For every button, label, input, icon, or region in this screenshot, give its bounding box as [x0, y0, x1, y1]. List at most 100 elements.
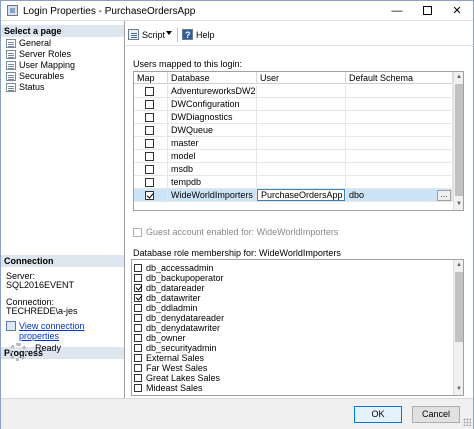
page-user-mapping[interactable]: User Mapping — [5, 60, 75, 71]
help-icon — [182, 28, 193, 42]
page-server-roles[interactable]: Server Roles — [5, 49, 71, 60]
page-securables[interactable]: Securables — [5, 71, 64, 82]
user-cell[interactable] — [257, 124, 346, 137]
scroll-down-icon[interactable]: ▼ — [454, 199, 463, 210]
list-item[interactable]: Far West Sales — [134, 363, 207, 373]
minimize-button[interactable]: — — [382, 1, 412, 21]
map-checkbox[interactable] — [145, 139, 154, 148]
user-cell[interactable] — [257, 176, 346, 189]
role-checkbox[interactable] — [134, 374, 142, 382]
schema-browse-button[interactable]: ... — [437, 190, 451, 201]
table-row[interactable]: model — [134, 150, 453, 163]
schema-cell[interactable] — [346, 111, 453, 124]
role-checkbox-checked[interactable] — [134, 294, 142, 302]
guest-account-option[interactable]: Guest account enabled for: WideWorldImpo… — [133, 227, 338, 238]
map-checkbox-checked[interactable] — [145, 191, 154, 200]
table-row[interactable]: DWDiagnostics — [134, 111, 453, 124]
scroll-up-icon[interactable]: ▲ — [454, 72, 463, 83]
script-dropdown-icon[interactable] — [166, 31, 172, 35]
role-checkbox[interactable] — [134, 264, 142, 272]
user-cell[interactable] — [257, 150, 346, 163]
schema-cell[interactable] — [346, 163, 453, 176]
role-checkbox[interactable] — [134, 344, 142, 352]
schema-cell[interactable] — [346, 176, 453, 189]
page-status[interactable]: Status — [5, 82, 45, 93]
list-item[interactable]: db_accessadmin — [134, 263, 214, 273]
schema-cell[interactable] — [346, 124, 453, 137]
user-name-input[interactable]: PurchaseOrdersApp — [257, 189, 345, 201]
map-checkbox[interactable] — [145, 178, 154, 187]
script-button[interactable]: Script — [128, 28, 165, 42]
map-checkbox[interactable] — [145, 126, 154, 135]
scroll-thumb[interactable] — [455, 272, 463, 342]
connection-properties-icon — [6, 321, 16, 331]
schema-cell[interactable] — [346, 85, 453, 98]
list-item[interactable]: db_ddladmin — [134, 303, 198, 313]
database-cell: DWDiagnostics — [168, 111, 257, 124]
role-checkbox[interactable] — [134, 384, 142, 392]
list-item[interactable]: db_securityadmin — [134, 343, 217, 353]
script-label: Script — [142, 30, 166, 40]
cancel-button[interactable]: Cancel — [412, 406, 460, 423]
list-item[interactable]: db_denydatawriter — [134, 323, 220, 333]
map-checkbox[interactable] — [145, 100, 154, 109]
role-checkbox[interactable] — [134, 334, 142, 342]
column-header-map[interactable]: Map — [134, 72, 168, 84]
column-header-database[interactable]: Database — [168, 72, 257, 84]
list-item[interactable]: db_datawriter — [134, 293, 201, 303]
map-checkbox[interactable] — [145, 165, 154, 174]
view-connection-properties-link[interactable]: View connection properties — [6, 321, 124, 341]
map-checkbox[interactable] — [145, 87, 154, 96]
schema-cell[interactable] — [346, 98, 453, 111]
column-header-default-schema[interactable]: Default Schema — [346, 72, 453, 84]
users-mapped-label: Users mapped to this login: — [133, 59, 243, 69]
role-label: Great Lakes Sales — [146, 373, 221, 383]
help-button[interactable]: Help — [182, 28, 215, 42]
list-item[interactable]: db_datareader — [134, 283, 205, 293]
role-checkbox[interactable] — [134, 364, 142, 372]
map-checkbox[interactable] — [145, 152, 154, 161]
ok-button[interactable]: OK — [354, 406, 402, 423]
list-item[interactable]: db_denydatareader — [134, 313, 224, 323]
user-cell[interactable] — [257, 137, 346, 150]
guest-account-checkbox[interactable] — [133, 228, 142, 237]
column-header-user[interactable]: User — [257, 72, 346, 84]
table-row-selected[interactable]: WideWorldImporters PurchaseOrdersApp dbo… — [134, 189, 453, 202]
page-general[interactable]: General — [5, 38, 51, 49]
user-cell[interactable] — [257, 111, 346, 124]
list-item[interactable]: Mideast Sales — [134, 383, 203, 393]
user-cell[interactable] — [257, 163, 346, 176]
table-row[interactable]: tempdb — [134, 176, 453, 189]
user-cell[interactable] — [257, 98, 346, 111]
role-checkbox[interactable] — [134, 314, 142, 322]
list-item[interactable]: Great Lakes Sales — [134, 373, 220, 383]
scroll-thumb[interactable] — [455, 84, 463, 196]
list-item[interactable]: External Sales — [134, 353, 204, 363]
map-cell — [134, 189, 168, 202]
role-checkbox[interactable] — [134, 324, 142, 332]
map-checkbox[interactable] — [145, 113, 154, 122]
maximize-button[interactable] — [412, 1, 442, 21]
database-cell: WideWorldImporters — [168, 189, 257, 202]
progress-spinner-icon — [9, 343, 27, 361]
role-checkbox[interactable] — [134, 274, 142, 282]
role-checkbox[interactable] — [134, 354, 142, 362]
scroll-up-icon[interactable]: ▲ — [454, 260, 463, 271]
roles-list-scrollbar[interactable]: ▲ ▼ — [453, 260, 463, 395]
scroll-down-icon[interactable]: ▼ — [454, 384, 463, 395]
resize-grip-icon[interactable] — [463, 418, 471, 426]
table-row[interactable]: master — [134, 137, 453, 150]
users-grid-scrollbar[interactable]: ▲ ▼ — [453, 72, 463, 210]
table-row[interactable]: msdb — [134, 163, 453, 176]
schema-cell[interactable] — [346, 137, 453, 150]
role-checkbox[interactable] — [134, 304, 142, 312]
close-button[interactable]: ✕ — [442, 1, 472, 21]
role-checkbox-checked[interactable] — [134, 284, 142, 292]
table-row[interactable]: DWQueue — [134, 124, 453, 137]
user-cell[interactable] — [257, 85, 346, 98]
list-item[interactable]: db_owner — [134, 333, 186, 343]
table-row[interactable]: DWConfiguration — [134, 98, 453, 111]
table-row[interactable]: AdventureworksDW2... — [134, 85, 453, 98]
schema-cell[interactable] — [346, 150, 453, 163]
list-item[interactable]: db_backupoperator — [134, 273, 224, 283]
